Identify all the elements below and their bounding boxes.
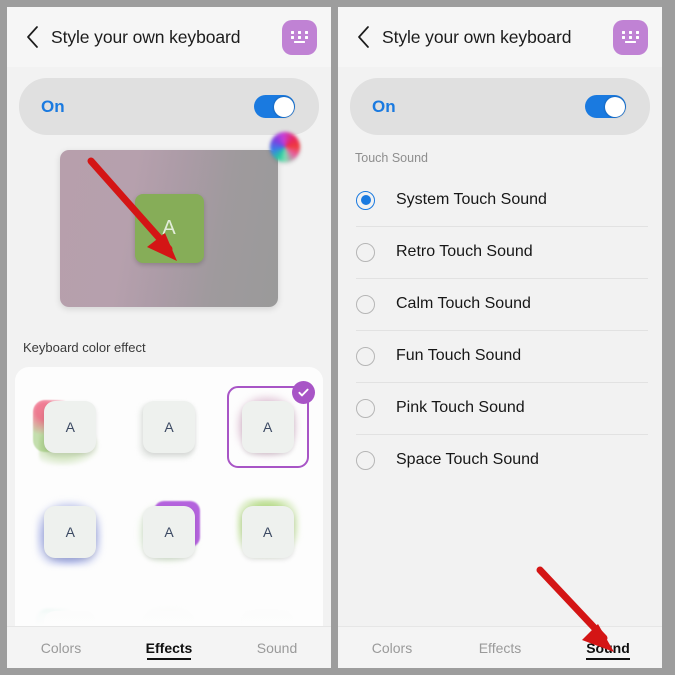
thumb-art: A [33, 600, 107, 626]
screenshot-frame: Style your own keyboard On A Keyboard co… [0, 0, 675, 675]
effect-key-letter: A [241, 611, 294, 626]
sound-option-label: Pink Touch Sound [396, 399, 525, 416]
app-bar-right: Style your own keyboard [338, 7, 662, 67]
page-title: Style your own keyboard [382, 26, 572, 47]
keyboard-style-toggle-row[interactable]: On [19, 78, 319, 135]
effect-thumb-pink-glow[interactable]: A [218, 379, 317, 475]
group-label-touch-sound: Touch Sound [355, 151, 428, 165]
sound-option-label: System Touch Sound [396, 191, 547, 208]
effect-thumb-blue-glow[interactable]: A [21, 484, 120, 580]
effect-key-letter: A [241, 506, 294, 558]
effect-thumb-plain-2[interactable]: A [218, 589, 317, 626]
tab-effects[interactable]: Effects [115, 627, 223, 669]
toggle-label: On [41, 96, 65, 116]
sound-option-system[interactable]: System Touch Sound [338, 174, 648, 226]
section-label-keyboard-color-effect: Keyboard color effect [23, 340, 146, 355]
sound-option-pink[interactable]: Pink Touch Sound [338, 382, 648, 434]
effect-key-letter: A [44, 401, 97, 453]
effect-thumb-green-glow[interactable]: A [218, 484, 317, 580]
effect-thumb-green-pale[interactable]: A [120, 589, 219, 626]
toggle-switch[interactable] [254, 95, 295, 118]
empty-space [338, 486, 662, 626]
app-bar-left: Style your own keyboard [7, 7, 331, 67]
tab-colors[interactable]: Colors [7, 627, 115, 669]
effects-grid: A A A A A A [15, 379, 323, 626]
preview-key: A [134, 194, 204, 263]
sound-option-calm[interactable]: Calm Touch Sound [338, 278, 648, 330]
chevron-left-icon[interactable] [350, 24, 376, 50]
effect-thumb-purple-tile[interactable]: A [120, 484, 219, 580]
effect-thumb-teal-edge[interactable]: A [21, 589, 120, 626]
tab-label: Colors [371, 639, 413, 656]
sound-option-label: Space Touch Sound [396, 451, 539, 468]
effects-grid-card: A A A A A A [15, 367, 323, 626]
toggle-knob [604, 96, 625, 117]
keyboard-preview-area: A [7, 132, 331, 338]
effect-thumb-splash[interactable]: A [21, 379, 120, 475]
toggle-switch[interactable] [585, 95, 626, 118]
effect-thumb-plain[interactable]: A [120, 379, 219, 475]
toggle-knob [273, 96, 294, 117]
tab-colors[interactable]: Colors [338, 627, 446, 669]
keyboard-glyph [291, 31, 308, 43]
radio-button[interactable] [356, 450, 375, 470]
radio-button[interactable] [356, 190, 375, 210]
radio-button[interactable] [356, 398, 375, 418]
tab-label: Effects [145, 639, 193, 656]
right-content-scroll: On Touch Sound System Touch Sound Retro … [338, 67, 662, 626]
tab-label: Sound [586, 639, 630, 656]
effect-key-letter: A [44, 506, 97, 558]
thumb-art: A [231, 495, 305, 569]
thumb-art: A [132, 495, 206, 569]
left-phone-panel: Style your own keyboard On A Keyboard co… [7, 7, 331, 668]
keyboard-preview-board[interactable]: A [60, 132, 300, 307]
check-icon [291, 381, 315, 404]
radio-button[interactable] [356, 294, 375, 314]
keyboard-icon[interactable] [613, 19, 648, 55]
thumb-art: A [33, 390, 107, 466]
sound-option-label: Fun Touch Sound [396, 347, 522, 364]
tab-sound[interactable]: Sound [554, 627, 662, 669]
radio-button[interactable] [356, 242, 375, 262]
tab-label: Colors [40, 639, 82, 656]
bottom-tabbar-left: Colors Effects Sound [7, 626, 331, 668]
sound-option-label: Retro Touch Sound [396, 243, 533, 260]
tab-label: Sound [256, 639, 298, 656]
touch-sound-list: System Touch Sound Retro Touch Sound Cal… [338, 174, 662, 486]
toggle-label: On [372, 96, 396, 116]
chevron-left-icon[interactable] [19, 24, 45, 50]
thumb-art: A [132, 600, 206, 626]
right-phone-panel: Style your own keyboard On Touch Sound S… [338, 7, 662, 668]
sound-option-fun[interactable]: Fun Touch Sound [338, 330, 648, 382]
thumb-art: A [33, 495, 107, 569]
sound-option-label: Calm Touch Sound [396, 295, 531, 312]
effect-key-letter: A [142, 611, 195, 626]
radio-button[interactable] [356, 346, 375, 366]
tab-label: Effects [478, 639, 522, 656]
keyboard-style-toggle-row[interactable]: On [350, 78, 650, 135]
color-wheel-icon[interactable] [270, 132, 300, 162]
page-title: Style your own keyboard [51, 26, 241, 47]
bottom-tabbar-right: Colors Effects Sound [338, 626, 662, 668]
effect-key-letter: A [44, 611, 97, 626]
tab-effects[interactable]: Effects [446, 627, 554, 669]
sound-option-retro[interactable]: Retro Touch Sound [338, 226, 648, 278]
tab-sound[interactable]: Sound [223, 627, 331, 669]
tab-active-underline [586, 657, 630, 660]
thumb-art: A [132, 390, 206, 464]
thumb-art: A [231, 600, 305, 626]
keyboard-icon[interactable] [282, 19, 317, 55]
left-content-scroll: On A Keyboard color effect A A A A A A [7, 67, 331, 626]
sound-option-space[interactable]: Space Touch Sound [338, 434, 648, 486]
effect-key-letter: A [142, 506, 195, 558]
keyboard-glyph [622, 31, 639, 43]
effect-key-letter: A [142, 401, 195, 453]
tab-active-underline [147, 657, 191, 660]
